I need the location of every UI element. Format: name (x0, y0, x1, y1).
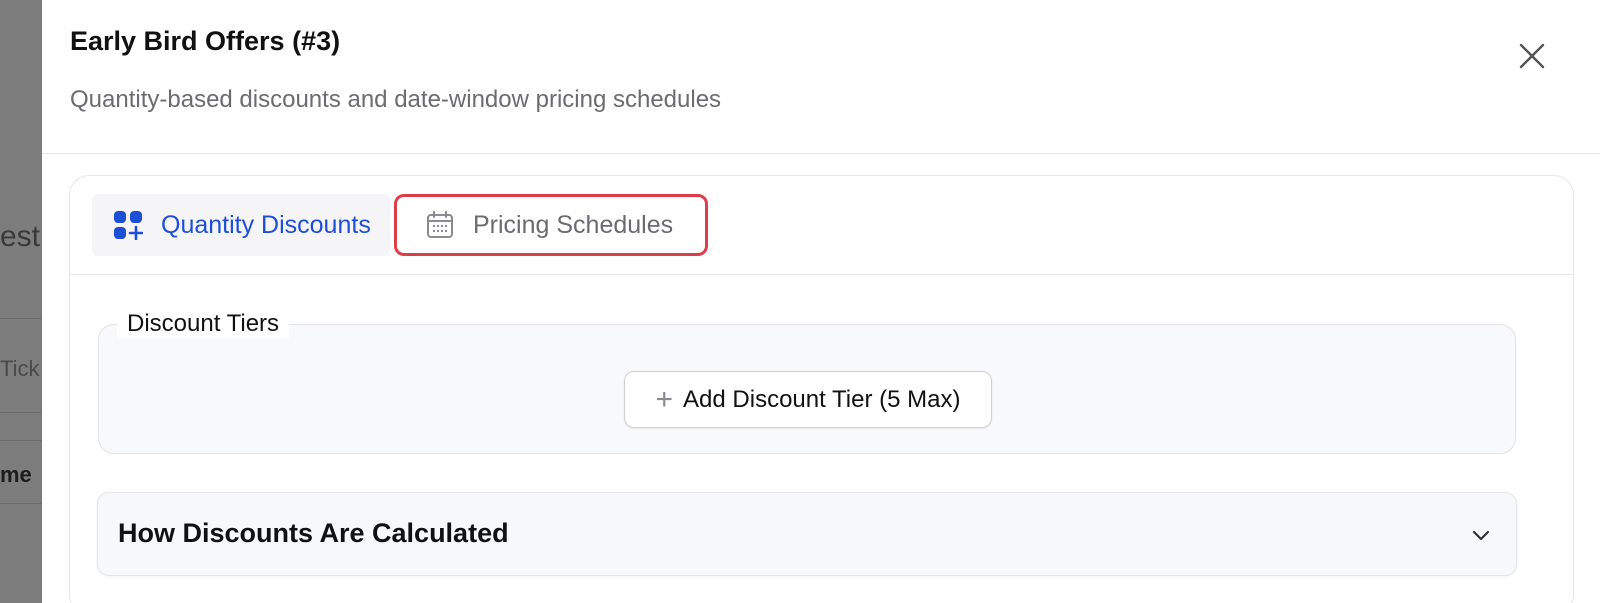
discount-tiers-legend: Discount Tiers (117, 310, 290, 338)
tab-label: Quantity Discounts (161, 210, 371, 239)
drawer-header: Early Bird Offers (#3) Quantity-based di… (42, 0, 1600, 154)
drawer-title: Early Bird Offers (#3) (70, 26, 341, 56)
tab-quantity-discounts[interactable]: Quantity Discounts (92, 194, 390, 256)
chevron-down-icon (1472, 530, 1490, 541)
background-text-fragment: me (0, 462, 32, 487)
accordion-title: How Discounts Are Calculated (118, 518, 509, 548)
drawer-subtitle: Quantity-based discounts and date-window… (70, 86, 722, 113)
background-divider (0, 412, 42, 413)
tab-pricing-schedules[interactable]: Pricing Schedules (394, 194, 708, 256)
tab-label: Pricing Schedules (473, 210, 674, 239)
grid-plus-icon (114, 211, 143, 240)
add-discount-tier-label: Add Discount Tier (5 Max) (683, 385, 961, 413)
background-text-fragment: esti (0, 220, 47, 253)
background-text-fragment: Tick (0, 356, 40, 381)
background-divider (0, 318, 42, 319)
close-button[interactable] (1516, 40, 1548, 72)
tab-bar: Quantity Discounts Pricing Schedules (70, 176, 1573, 275)
offers-card: Quantity Discounts Pricing Schedules Dis… (69, 175, 1574, 603)
background-divider (0, 503, 42, 504)
offers-drawer: Early Bird Offers (#3) Quantity-based di… (42, 0, 1600, 603)
background-divider (0, 440, 42, 441)
add-discount-tier-button[interactable]: + Add Discount Tier (5 Max) (624, 371, 992, 428)
close-icon (1519, 43, 1545, 69)
plus-icon: + (655, 382, 674, 416)
how-discounts-calculated-accordion[interactable]: How Discounts Are Calculated (97, 492, 1517, 576)
calendar-icon (427, 211, 453, 238)
discount-tiers-section: Discount Tiers + Add Discount Tier (5 Ma… (98, 310, 1516, 454)
